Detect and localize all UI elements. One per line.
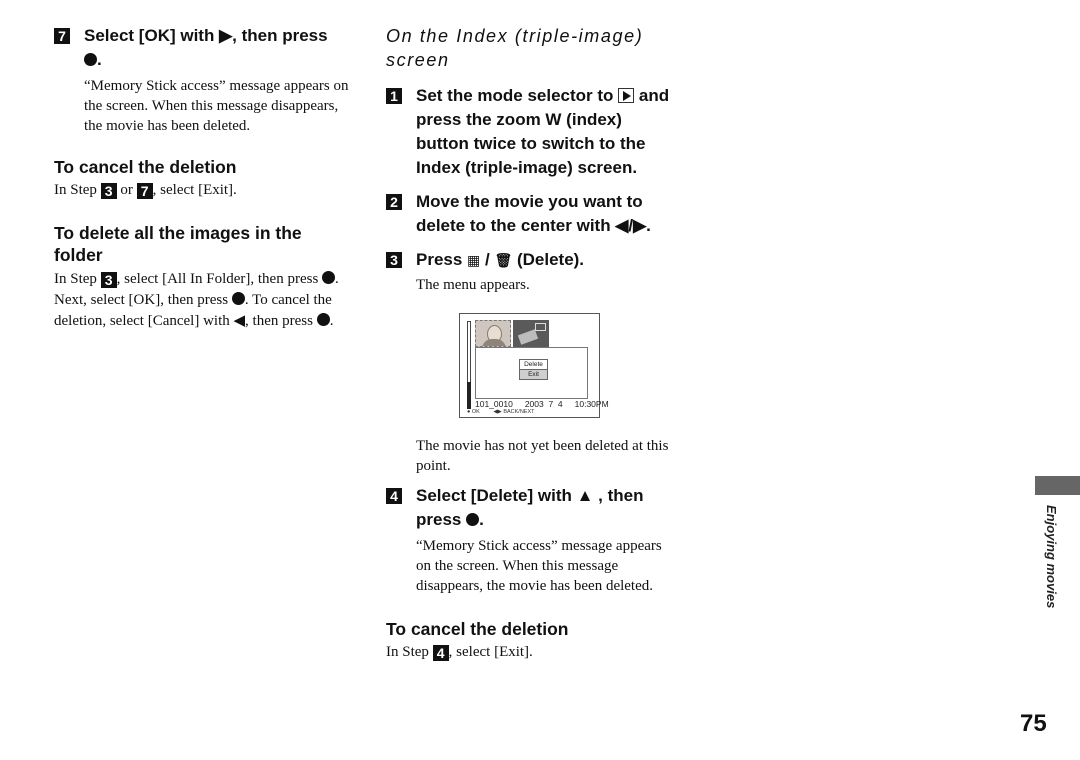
step-1-heading: 1 Set the mode selector to and press the… (386, 84, 676, 180)
text: / (480, 250, 495, 269)
step-4-body: “Memory Stick access” message appears on… (416, 538, 662, 594)
step-4-heading: 4 Select [Delete] with ▲ , then press . (386, 484, 676, 532)
delete-menu: Delete Exit (519, 359, 548, 380)
section-title: On the Index (triple-image) screen (386, 26, 644, 70)
cancel-heading: To cancel the deletion (54, 157, 237, 177)
step-number-badge: 2 (386, 194, 402, 210)
text: (Delete). (512, 250, 585, 269)
scroll-bar-fill (467, 382, 471, 409)
center-button-icon (322, 271, 336, 284)
ok-hint: ● OK (467, 409, 480, 415)
lcd-screen-illustration: Delete Exit 101_0010 2003 7 4 10:30PM ● OK… (459, 313, 609, 418)
step-number-badge: 3 (100, 183, 117, 199)
text: Set the mode selector to (416, 86, 619, 105)
text: , select [Exit]. (448, 644, 533, 660)
step-7-body: “Memory Stick access” message appears on… (84, 78, 349, 134)
center-button-icon (84, 53, 97, 66)
lcd-hint-line: ● OK ◀▶ BACK/NEXT (467, 409, 535, 415)
folder-file-number: 101_0010 (475, 399, 513, 409)
text: In Step (54, 182, 101, 198)
not-deleted-note: The movie has not yet been deleted at th… (416, 438, 669, 474)
step-3-heading: 3 Press ▦ / 🗑 (Delete). (386, 248, 676, 273)
punctuation: . (97, 50, 102, 69)
trash-icon: 🗑 (494, 253, 513, 269)
center-button-icon (231, 292, 245, 305)
left-column: 7 Select [OK] with ▶, then press . “Memo… (54, 24, 354, 332)
center-button-icon (316, 313, 330, 326)
step-number-badge: 1 (386, 88, 402, 104)
thumbnail-portrait (475, 320, 511, 347)
chapter-label: Enjoying movies (1044, 505, 1059, 609)
menu-item-delete[interactable]: Delete (520, 360, 547, 369)
recording-date: 2003 7 4 (524, 399, 563, 409)
text: Press (416, 250, 468, 269)
center-button-icon (466, 513, 480, 526)
step-number-badge: 4 (432, 645, 449, 661)
step-7-text: Select [OK] with ▶, then press (84, 26, 328, 45)
text: Select [Delete] with ▲ , then press (416, 486, 644, 529)
text: . (329, 313, 334, 329)
text: In Step (386, 644, 433, 660)
text: In Step (54, 271, 101, 287)
nav-hint: ◀▶ BACK/NEXT (493, 409, 535, 415)
page-number: 75 (1020, 710, 1047, 737)
step-2-heading: 2 Move the movie you want to delete to t… (386, 190, 676, 238)
recording-time: 10:30PM (574, 399, 609, 409)
cancel-heading-right: To cancel the deletion (386, 619, 569, 639)
lcd-info-line: 101_0010 2003 7 4 10:30PM (475, 399, 609, 409)
menu-item-exit[interactable]: Exit (520, 369, 547, 379)
punctuation: . (479, 510, 484, 529)
step-number-badge: 7 (136, 183, 153, 199)
text: , select [All In Folder], then press (116, 271, 323, 287)
step-7-heading: 7 Select [OK] with ▶, then press . (54, 24, 354, 72)
text: or (116, 182, 137, 198)
step-number-badge: 3 (100, 272, 117, 288)
cancel-text-right: In Step 4, select [Exit]. (386, 642, 676, 662)
right-column-lower: The movie has not yet been deleted at th… (386, 436, 676, 662)
step-number-badge: 3 (386, 252, 402, 268)
text: , select [Exit]. (152, 182, 237, 198)
cancel-text: In Step 3 or 7, select [Exit]. (54, 180, 354, 200)
chapter-tab-marker (1035, 476, 1080, 495)
index-icon: ▦ (467, 253, 481, 269)
step-number-badge: 7 (54, 28, 70, 44)
text: Move the movie you want to delete to the… (416, 192, 651, 235)
step-3-body: The menu appears. (416, 277, 530, 293)
thumbnail-movie (513, 320, 549, 347)
playback-mode-icon (618, 88, 635, 103)
step-number-badge: 4 (386, 488, 402, 504)
right-column: On the Index (triple-image) screen 1 Set… (386, 24, 676, 295)
delete-all-text: In Step 3, select [All In Folder], then … (54, 269, 354, 332)
delete-all-heading: To delete all the images in the folder (54, 223, 302, 265)
